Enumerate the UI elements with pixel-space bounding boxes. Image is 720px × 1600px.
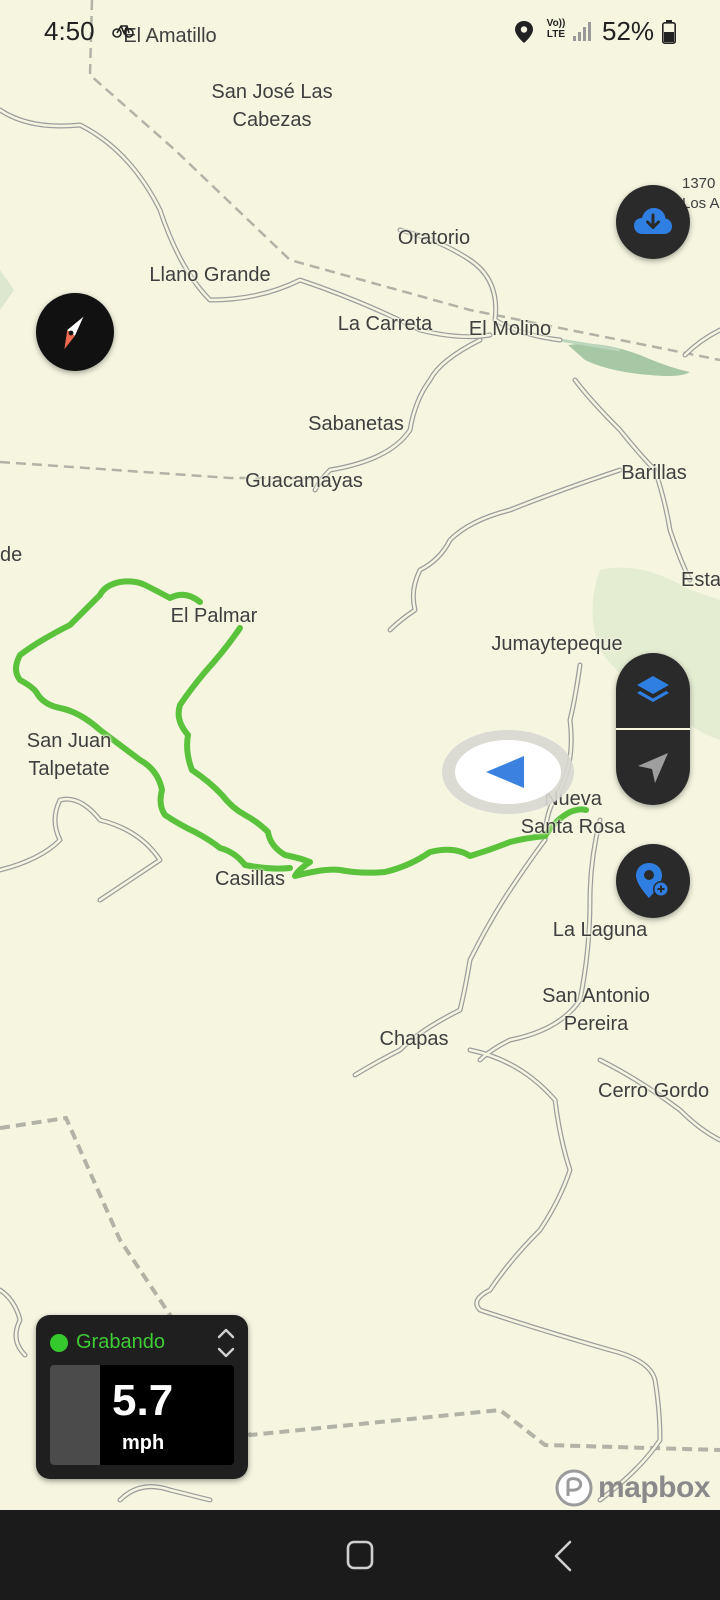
place-label-chapas: Chapas [379, 1028, 449, 1050]
speed-unit: mph [122, 1432, 165, 1454]
place-label-san-jose-las-cabezas: San José Las Cabezas [211, 81, 333, 131]
current-location-marker [440, 728, 576, 816]
compass-icon [63, 315, 85, 351]
place-label-la-laguna: La Laguna [552, 919, 648, 941]
map-control-stack [616, 653, 690, 805]
recording-widget[interactable]: Grabando 5.7 mph [36, 1315, 248, 1479]
place-label-el-palmar: El Palmar [170, 605, 258, 627]
network-type-label: LTE [546, 29, 566, 40]
speed-side-bar [50, 1365, 100, 1465]
layers-button[interactable] [616, 653, 690, 728]
back-button-icon[interactable] [552, 1540, 574, 1572]
recording-status-label: Grabando [76, 1331, 165, 1353]
add-waypoint-button[interactable] [616, 844, 690, 918]
download-offline-map-button[interactable] [616, 185, 690, 259]
volte-icon: Vo)) [546, 18, 566, 29]
place-label-barillas: Barillas [621, 462, 687, 484]
place-label-san-juan-talpetate: San Juan Talpetate [26, 730, 112, 780]
place-label-oratorio: Oratorio [397, 227, 471, 249]
place-label-casillas: Casillas [214, 868, 286, 890]
signal-strength-icon [573, 22, 591, 41]
mapbox-logo-icon [555, 1469, 593, 1507]
mapbox-wordmark: mapbox [598, 1471, 711, 1504]
status-time: 4:50 [44, 16, 95, 46]
place-label-san-antonio-pereira: San Antonio Pereira [542, 985, 650, 1035]
place-label-el-molino: El Molino [468, 318, 552, 340]
place-label-llano-grande: Llano Grande [149, 264, 271, 286]
layers-icon [637, 675, 669, 702]
cloud-download-icon [634, 208, 672, 234]
place-label-de: de [0, 544, 23, 566]
add-location-pin-icon [636, 863, 669, 898]
speed-value: 5.7 [112, 1376, 174, 1425]
system-navigation-bar [0, 1510, 720, 1600]
place-label-esta: Esta [681, 569, 720, 591]
bicycle-icon [112, 25, 134, 38]
location-pin-icon [515, 21, 533, 43]
battery-icon [662, 20, 676, 44]
status-bar: 4:50 Vo)) LTE 52% [0, 0, 720, 64]
speed-panel: 5.7 mph [50, 1365, 234, 1465]
map-screen: El Amatillo San José Las Cabezas 1370 Lo… [0, 0, 720, 1600]
place-label-jumaytepeque: Jumaytepeque [491, 633, 623, 655]
place-label-cerro-gordo: Cerro Gordo [598, 1080, 710, 1102]
compass-button[interactable] [36, 293, 114, 371]
expand-collapse-chevron-icon[interactable] [212, 1323, 240, 1363]
volte-lte-indicator: Vo)) LTE [544, 18, 568, 40]
lake-water [568, 343, 690, 376]
place-label-guacamayas: Guacamayas [245, 470, 363, 492]
recenter-location-button[interactable] [616, 730, 690, 805]
recording-status-dot [50, 1334, 68, 1352]
mapbox-attribution[interactable]: mapbox [554, 1468, 711, 1508]
place-label-la-carreta: La Carreta [337, 313, 433, 335]
place-label-sabanetas: Sabanetas [308, 413, 404, 435]
battery-percent: 52% [602, 16, 655, 46]
navigation-arrow-icon [638, 752, 668, 783]
home-button-icon[interactable] [346, 1540, 374, 1570]
